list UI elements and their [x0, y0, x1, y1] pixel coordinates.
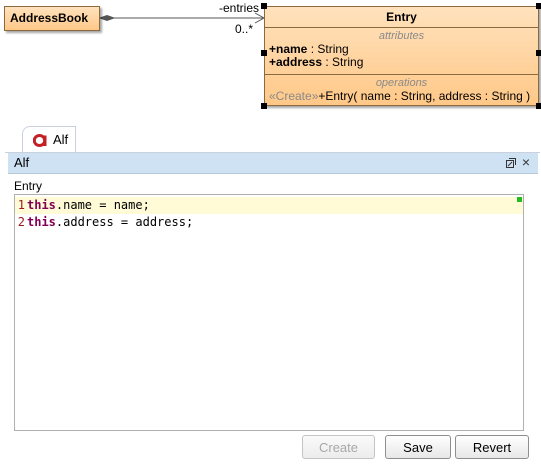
tab-alf-label: Alf: [53, 132, 69, 147]
selection-handle-top-right[interactable]: [536, 3, 541, 9]
restore-icon[interactable]: [506, 158, 516, 168]
line-number: 2: [17, 215, 25, 229]
code-text[interactable]: this.address = address;: [27, 214, 193, 231]
save-button[interactable]: Save: [385, 435, 451, 459]
code-text[interactable]: this.name = name;: [27, 197, 150, 214]
status-ok-marker: [517, 197, 522, 202]
element-name-label: Entry: [14, 179, 43, 193]
attributes-compartment[interactable]: attributes +name : String +address : Str…: [265, 28, 538, 75]
addressbook-class[interactable]: AddressBook: [4, 6, 100, 31]
alf-code-editor[interactable]: 1 this.name = name; 2 this.address = add…: [14, 194, 524, 431]
line-number: 1: [17, 198, 25, 212]
selection-handle-right[interactable]: [536, 50, 541, 56]
operation-signature: +Entry( name : String, address : String …: [318, 89, 531, 103]
entry-class-name: Entry: [265, 7, 538, 28]
tab-alf[interactable]: Alf: [22, 126, 76, 152]
create-stereotype: «Create»: [269, 89, 319, 103]
alf-logo-icon: [33, 134, 47, 147]
operations-compartment[interactable]: operations «Create»+Entry( name : String…: [265, 75, 538, 103]
attribute-address[interactable]: +address : String: [269, 56, 534, 69]
attributes-title: attributes: [378, 30, 425, 42]
selection-handle-top-left[interactable]: [261, 3, 267, 9]
editor-line-2[interactable]: 2 this.address = address;: [15, 214, 523, 231]
addressbook-class-name: AddressBook: [10, 11, 89, 25]
view-title-bar: Alf ×: [8, 153, 538, 174]
operations-title: operations: [375, 77, 428, 89]
selection-handle-bottom-right[interactable]: [536, 103, 541, 109]
create-button[interactable]: Create: [302, 435, 375, 459]
operation-constructor[interactable]: «Create»+Entry( name : String, address :…: [269, 90, 534, 103]
uml-diagram-canvas[interactable]: AddressBook -entries 0..* Entry attribut…: [0, 0, 541, 118]
editor-line-1[interactable]: 1 this.name = name;: [15, 197, 523, 214]
close-icon[interactable]: ×: [522, 154, 530, 170]
entry-class[interactable]: Entry attributes +name : String +address…: [264, 6, 539, 106]
selection-handle-left[interactable]: [261, 50, 267, 56]
association-role-label: -entries: [219, 1, 260, 15]
revert-button[interactable]: Revert: [455, 435, 529, 459]
tab-bar: Alf: [5, 124, 540, 153]
view-title: Alf: [14, 155, 30, 170]
selection-handle-bottom-left[interactable]: [261, 103, 267, 109]
alf-panel: Alf Alf × Entry 1 this.name = name; 2 th…: [5, 124, 540, 468]
association-multiplicity-label: 0..*: [235, 22, 254, 36]
button-bar: Create Save Revert: [5, 435, 540, 463]
